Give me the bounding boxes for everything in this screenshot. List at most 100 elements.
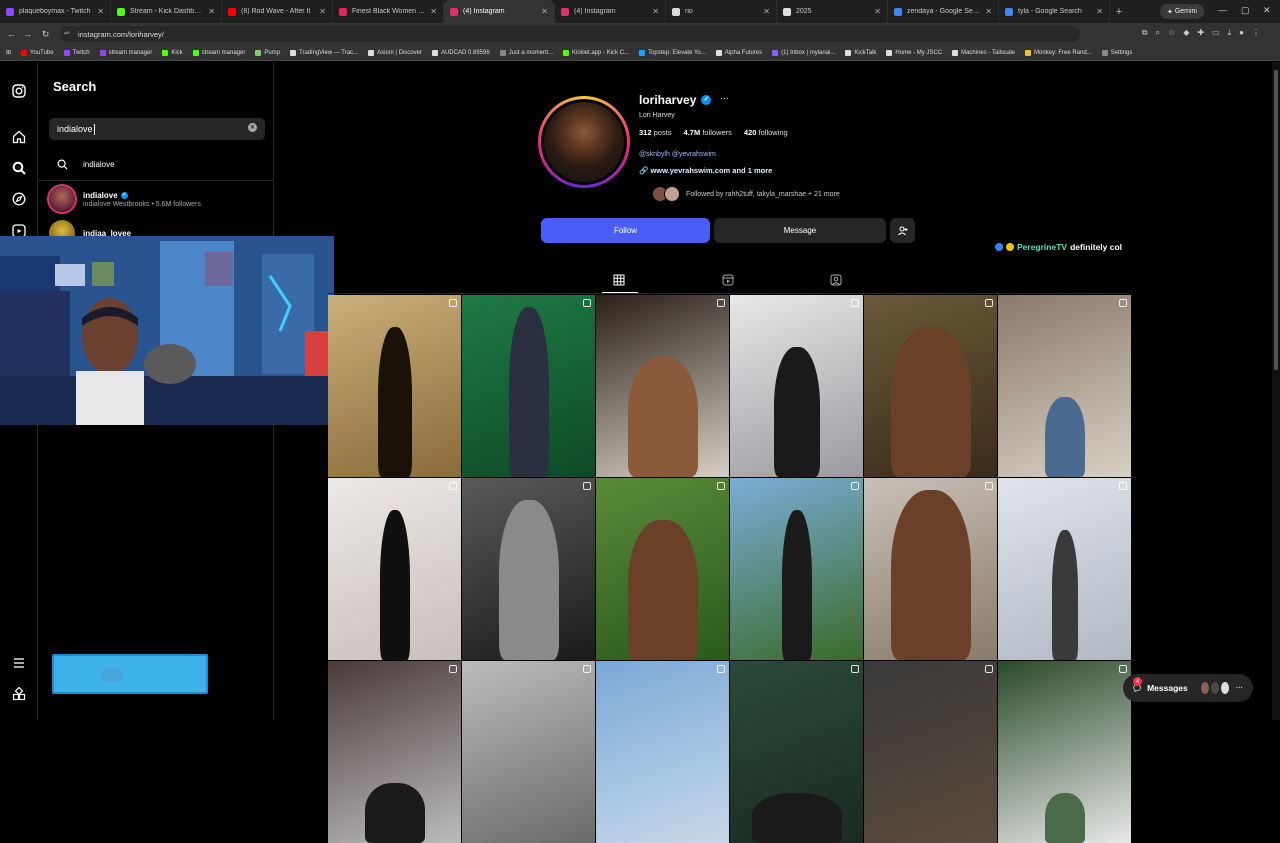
clear-search-icon[interactable]: ✕: [248, 123, 257, 132]
browser-tab[interactable]: (4) Instagram ✕: [444, 0, 555, 23]
browser-tab[interactable]: 2025 ✕: [777, 0, 888, 23]
tagged-tab[interactable]: [830, 273, 844, 287]
close-tab-icon[interactable]: ✕: [1096, 7, 1103, 16]
bookmark-item[interactable]: Settings: [1101, 49, 1132, 56]
bookmark-item[interactable]: AUDCAD 0.89596: [431, 49, 490, 56]
bookmark-item[interactable]: Machines - Tailscale: [952, 49, 1015, 56]
post-thumbnail[interactable]: [730, 478, 863, 660]
instagram-logo-icon[interactable]: [11, 83, 27, 99]
close-tab-icon[interactable]: ✕: [541, 7, 548, 16]
post-thumbnail[interactable]: [864, 478, 997, 660]
page-scrollbar-thumb[interactable]: [1274, 70, 1278, 370]
back-icon[interactable]: ←: [4, 29, 19, 39]
bookmark-item[interactable]: KickTalk: [845, 49, 876, 56]
profile-avatar[interactable]: [538, 96, 630, 188]
post-thumbnail[interactable]: [328, 478, 461, 660]
home-icon[interactable]: [11, 129, 27, 145]
close-tab-icon[interactable]: ✕: [430, 7, 437, 16]
extension-icon[interactable]: ◆: [1183, 28, 1189, 38]
close-tab-icon[interactable]: ✕: [97, 7, 104, 16]
close-tab-icon[interactable]: ✕: [652, 7, 659, 16]
minimize-icon[interactable]: —: [1218, 5, 1227, 15]
post-thumbnail[interactable]: [998, 295, 1131, 477]
bookmark-item[interactable]: Axiom | Discover: [368, 49, 422, 56]
apps-icon[interactable]: ⊞: [6, 49, 11, 56]
post-thumbnail[interactable]: [864, 661, 997, 843]
also-from-meta-icon[interactable]: [11, 686, 27, 702]
search-nav-icon[interactable]: [11, 160, 27, 176]
install-icon[interactable]: ⧉: [1142, 28, 1148, 38]
reels-tab[interactable]: [722, 273, 736, 287]
browser-menu-icon[interactable]: ⋮: [1252, 28, 1260, 38]
close-tab-icon[interactable]: ✕: [763, 7, 770, 16]
browser-tab[interactable]: (4) Instagram ✕: [555, 0, 666, 23]
site-info-icon[interactable]: ⇌: [64, 29, 70, 37]
post-thumbnail[interactable]: [328, 295, 461, 477]
profile-avatar-icon[interactable]: ●: [1239, 28, 1244, 38]
browser-tab[interactable]: rio ✕: [666, 0, 777, 23]
close-tab-icon[interactable]: ✕: [985, 7, 992, 16]
sidebar-icon[interactable]: ▭: [1212, 28, 1220, 38]
close-window-icon[interactable]: ✕: [1263, 5, 1271, 16]
post-thumbnail[interactable]: [998, 661, 1131, 843]
browser-tab[interactable]: plaqueboymax - Twitch ✕: [0, 0, 111, 23]
bookmark-item[interactable]: TradingView — Trac...: [290, 49, 358, 56]
bookmark-item[interactable]: Just a moment...: [499, 49, 553, 56]
bookmark-item[interactable]: stream manager: [99, 49, 152, 56]
following-count[interactable]: 420 following: [744, 128, 788, 137]
bookmark-item[interactable]: Kick: [162, 49, 183, 56]
post-thumbnail[interactable]: [730, 661, 863, 843]
browser-tab[interactable]: Finest Black Women | UwU ✕: [333, 0, 444, 23]
bookmark-item[interactable]: Alpha Futures: [715, 49, 762, 56]
post-thumbnail[interactable]: [730, 295, 863, 477]
search-result-user[interactable]: indialove ✓ indialove Westbrooks • 5.6M f…: [49, 186, 265, 212]
bookmark-item[interactable]: Home - My JSCC: [886, 49, 942, 56]
browser-tab[interactable]: tyla - Google Search ✕: [999, 0, 1110, 23]
bookmark-item[interactable]: (1) Inbox | mylanai...: [772, 49, 835, 56]
new-tab-icon[interactable]: +: [1110, 0, 1128, 23]
followers-count[interactable]: 4.7M followers: [684, 128, 732, 137]
bookmark-item[interactable]: Twitch: [63, 49, 90, 56]
followed-by[interactable]: Followed by rahh2tuff, takyla_marshae + …: [652, 185, 840, 203]
more-menu-icon[interactable]: [11, 655, 27, 671]
search-result-keyword[interactable]: indialove: [49, 151, 265, 177]
reload-icon[interactable]: ↻: [38, 29, 53, 40]
bookmark-item[interactable]: Kicklet.app - Kick C...: [563, 49, 629, 56]
url-field[interactable]: instagram.com/loriharvey/: [60, 26, 1080, 42]
post-thumbnail[interactable]: [462, 478, 595, 660]
bookmark-item[interactable]: stream manager: [192, 49, 245, 56]
browser-tab[interactable]: (8) Rod Wave - After It ✕: [222, 0, 333, 23]
follow-button[interactable]: Follow: [541, 218, 710, 243]
post-thumbnail[interactable]: [462, 295, 595, 477]
forward-icon[interactable]: →: [20, 29, 35, 39]
post-thumbnail[interactable]: [328, 661, 461, 843]
post-thumbnail[interactable]: [998, 478, 1131, 660]
post-thumbnail[interactable]: [596, 295, 729, 477]
messages-button[interactable]: Messages ···: [1123, 674, 1253, 702]
maximize-icon[interactable]: ▢: [1241, 5, 1250, 16]
zoom-icon[interactable]: ⌕: [1156, 28, 1160, 38]
search-input[interactable]: indialove: [49, 118, 265, 140]
bookmark-item[interactable]: Monkey: Free Rand...: [1025, 49, 1092, 56]
bookmark-item[interactable]: Pump: [255, 49, 280, 56]
post-thumbnail[interactable]: [864, 295, 997, 477]
bio-mentions[interactable]: @sknbylh @yevrahswim: [639, 151, 716, 158]
suggested-users-button[interactable]: [890, 218, 915, 243]
download-icon[interactable]: ⤓: [1228, 28, 1232, 38]
posts-grid-tab[interactable]: [613, 273, 627, 287]
close-tab-icon[interactable]: ✕: [319, 7, 326, 16]
browser-tab[interactable]: zendaya - Google Search ✕: [888, 0, 999, 23]
bookmark-star-icon[interactable]: ☆: [1168, 28, 1175, 38]
post-thumbnail[interactable]: [462, 661, 595, 843]
bookmark-item[interactable]: Topstep: Elevate Yo...: [639, 49, 706, 56]
browser-tab[interactable]: Stream - Kick Dashboard ✕: [111, 0, 222, 23]
gemini-button[interactable]: ✦ Gemini: [1160, 4, 1204, 19]
message-button[interactable]: Message: [714, 218, 886, 243]
close-tab-icon[interactable]: ✕: [874, 7, 881, 16]
close-tab-icon[interactable]: ✕: [208, 7, 215, 16]
bookmark-item[interactable]: YouTube: [21, 49, 54, 56]
blue-overlay-button[interactable]: [52, 654, 208, 694]
bio-link[interactable]: 🔗 www.yevrahswim.com and 1 more: [639, 166, 772, 175]
extensions-puzzle-icon[interactable]: ✚: [1197, 28, 1204, 38]
post-thumbnail[interactable]: [596, 478, 729, 660]
